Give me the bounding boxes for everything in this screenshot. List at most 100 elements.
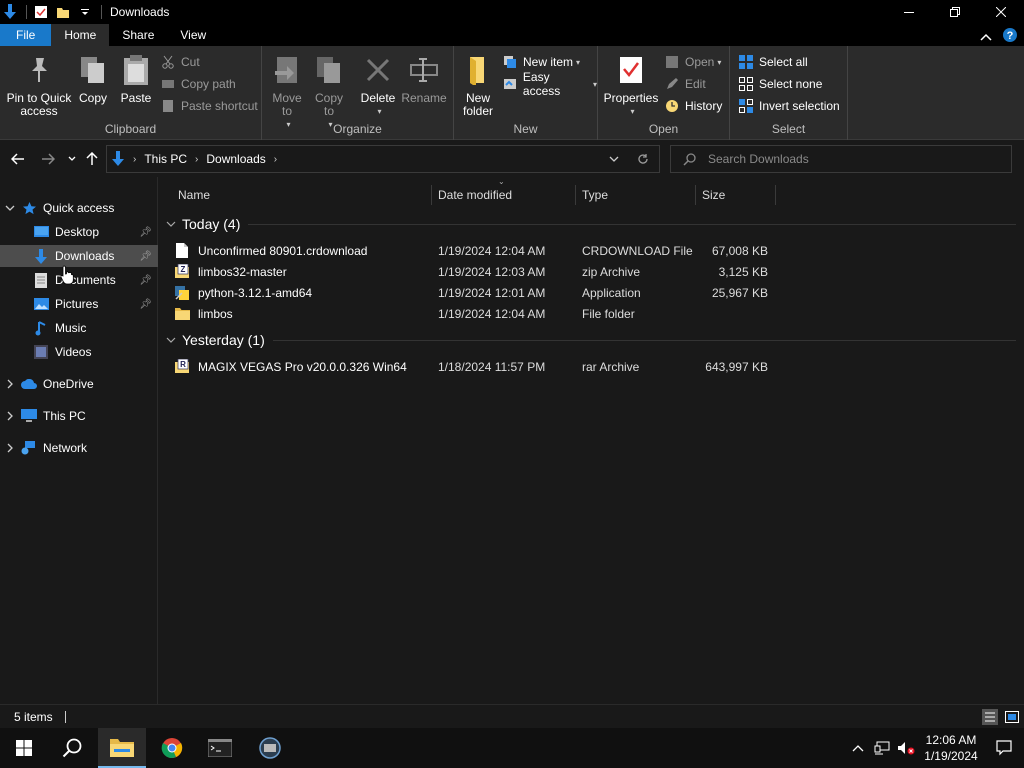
organize-group-label: Organize — [333, 122, 382, 136]
window-controls — [886, 0, 1024, 24]
file-row[interactable]: python-3.12.1-amd64 1/19/2024 12:01 AM A… — [174, 282, 774, 303]
volume-muted-icon[interactable] — [894, 741, 918, 755]
address-dropdown-icon[interactable] — [609, 156, 619, 162]
column-header-date-modified[interactable]: Date modified ⌄ — [432, 177, 576, 205]
network-tray-icon[interactable] — [870, 741, 894, 755]
nav-network[interactable]: Network — [0, 437, 158, 459]
customize-qat-icon[interactable] — [77, 4, 93, 20]
select-all-button[interactable]: Select all — [738, 52, 808, 72]
group-header-today[interactable]: Today (4) — [166, 213, 1016, 235]
svg-text:Z: Z — [180, 265, 185, 274]
minimize-button[interactable] — [886, 0, 932, 24]
collapsed-chevron-icon[interactable] — [0, 411, 20, 421]
pin-icon[interactable]: 📌︎ — [139, 299, 152, 310]
tab-view[interactable]: View — [167, 24, 219, 46]
paste-button[interactable]: Paste — [116, 54, 156, 105]
forward-arrow-icon[interactable] — [38, 149, 58, 169]
file-row[interactable]: Z limbos32-master 1/19/2024 12:03 AM zip… — [174, 261, 774, 282]
nav-item-documents[interactable]: Documents 📌︎ — [0, 269, 158, 291]
invert-selection-button[interactable]: Invert selection — [738, 96, 840, 116]
notification-center-icon[interactable] — [984, 740, 1024, 756]
select-none-button[interactable]: Select none — [738, 74, 822, 94]
address-bar[interactable]: › This PC › Downloads › — [106, 145, 660, 173]
show-hidden-icons-chevron-icon[interactable] — [846, 744, 870, 752]
edit-button[interactable]: Edit — [664, 74, 706, 94]
file-row[interactable]: Unconfirmed 80901.crdownload 1/19/2024 1… — [174, 240, 774, 261]
breadcrumb-separator-icon[interactable]: › — [195, 154, 198, 165]
copy-path-button[interactable]: Copy path — [160, 74, 236, 94]
pin-to-quick-access-button[interactable]: Pin to Quick access — [6, 54, 72, 118]
nav-item-videos[interactable]: Videos — [0, 341, 158, 363]
new-folder-qat-icon[interactable] — [55, 4, 71, 20]
group-collapse-chevron-icon[interactable] — [166, 335, 176, 346]
group-collapse-chevron-icon[interactable] — [166, 219, 176, 230]
recent-locations-chevron-icon[interactable] — [62, 149, 82, 169]
back-arrow-icon[interactable] — [8, 149, 28, 169]
new-group: New folder New item ▾ Easy access ▾ New — [454, 46, 598, 140]
breadcrumb-downloads[interactable]: Downloads — [206, 152, 265, 166]
history-button[interactable]: History — [664, 96, 722, 116]
breadcrumb-separator-icon[interactable]: › — [274, 154, 277, 165]
start-button-windows-icon[interactable] — [0, 728, 48, 768]
close-button[interactable] — [978, 0, 1024, 24]
refresh-icon[interactable] — [637, 153, 649, 165]
file-row[interactable]: R MAGIX VEGAS Pro v20.0.0.326 Win64 1/18… — [174, 356, 774, 377]
search-placeholder: Search Downloads — [708, 152, 809, 166]
open-button[interactable]: Open ▾ — [664, 52, 721, 72]
nav-item-pictures[interactable]: Pictures 📌︎ — [0, 293, 158, 315]
search-input[interactable]: Search Downloads — [670, 145, 1012, 173]
chrome-taskbar-icon[interactable] — [148, 728, 196, 768]
tab-share[interactable]: Share — [109, 24, 167, 46]
virtual-machine-taskbar-icon[interactable] — [246, 728, 294, 768]
file-explorer-taskbar-icon[interactable] — [98, 728, 146, 768]
videos-icon — [32, 344, 50, 360]
paste-shortcut-button[interactable]: Paste shortcut — [160, 96, 258, 116]
nav-quick-access[interactable]: Quick access — [0, 197, 158, 219]
new-folder-button[interactable]: New folder — [458, 54, 498, 118]
column-header-type[interactable]: Type — [576, 185, 696, 205]
terminal-taskbar-icon[interactable] — [196, 728, 244, 768]
up-arrow-icon[interactable] — [82, 149, 102, 169]
copy-button[interactable]: Copy — [74, 54, 112, 105]
delete-button[interactable]: Delete ▾ — [358, 54, 398, 118]
new-item-button[interactable]: New item ▾ — [502, 52, 580, 72]
group-header-yesterday[interactable]: Yesterday (1) — [166, 329, 1016, 351]
nav-item-desktop[interactable]: Desktop 📌︎ — [0, 221, 158, 243]
nav-this-pc[interactable]: This PC — [0, 405, 158, 427]
easy-access-button[interactable]: Easy access ▾ — [502, 70, 597, 98]
collapsed-chevron-icon[interactable] — [0, 379, 20, 389]
nav-item-music[interactable]: Music — [0, 317, 158, 339]
select-group-label: Select — [771, 122, 806, 136]
details-view-icon[interactable] — [982, 709, 998, 725]
collapse-ribbon-icon[interactable] — [980, 30, 992, 44]
tab-file[interactable]: File — [0, 24, 52, 46]
breadcrumb-separator-icon[interactable]: › — [133, 154, 136, 165]
tab-home[interactable]: Home — [51, 24, 110, 46]
nav-onedrive[interactable]: OneDrive — [0, 373, 158, 395]
system-tray: 12:06 AM 1/19/2024 — [846, 728, 1024, 768]
file-row[interactable]: limbos 1/19/2024 12:04 AM File folder — [174, 303, 774, 324]
properties-button[interactable]: Properties ▾ — [604, 54, 658, 118]
collapsed-chevron-icon[interactable] — [0, 443, 20, 453]
nav-item-downloads[interactable]: Downloads 📌︎ — [0, 245, 158, 267]
rar-icon: R — [174, 359, 190, 375]
pin-icon[interactable]: 📌︎ — [139, 275, 152, 286]
clipboard-group: Pin to Quick access Copy Paste Cut Copy … — [0, 46, 262, 140]
copy-to-button[interactable]: Copy to ▾ — [310, 54, 348, 131]
pin-icon — [23, 54, 55, 86]
breadcrumb-this-pc[interactable]: This PC — [144, 152, 187, 166]
expanded-chevron-icon[interactable] — [0, 205, 20, 211]
column-header-name[interactable]: Name — [174, 185, 432, 205]
properties-qat-icon[interactable] — [33, 4, 49, 20]
large-icons-view-icon[interactable] — [1004, 709, 1020, 725]
taskbar-clock[interactable]: 12:06 AM 1/19/2024 — [918, 732, 984, 764]
rename-button[interactable]: Rename — [401, 54, 447, 105]
cut-button[interactable]: Cut — [160, 52, 200, 72]
move-to-button[interactable]: Move to ▾ — [268, 54, 306, 131]
pin-icon[interactable]: 📌︎ — [139, 227, 152, 238]
column-header-size[interactable]: Size — [696, 185, 776, 205]
restore-button[interactable] — [932, 0, 978, 24]
search-taskbar-icon[interactable] — [48, 728, 96, 768]
help-icon[interactable]: ? — [1002, 27, 1018, 46]
pin-icon[interactable]: 📌︎ — [139, 251, 152, 262]
